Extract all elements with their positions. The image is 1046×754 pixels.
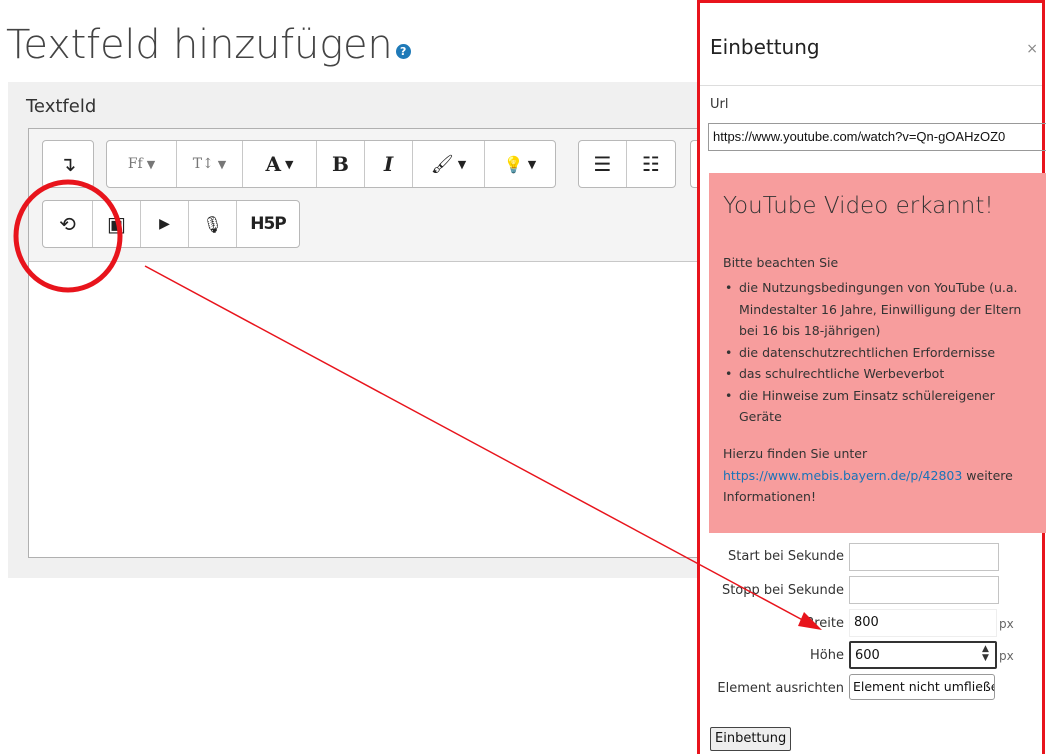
mebis-link[interactable]: https://www.mebis.bayern.de/p/42803 — [723, 468, 962, 483]
font-color-button[interactable]: A ▼ — [243, 141, 317, 187]
toolbar-group-media: ⟲ ▣ ▶ 🎙 H5P — [42, 200, 300, 248]
align-select[interactable]: Element nicht umfließen ⌄ — [849, 674, 995, 700]
youtube-alert-info: Hierzu finden Sie unter https://www.mebi… — [723, 443, 1043, 508]
chevron-down-icon: ▼ — [527, 157, 537, 171]
list-item: die datenschutzrechtlichen Erfordernisse — [723, 342, 1039, 364]
brush-button[interactable]: 🖌 ▼ — [413, 141, 485, 187]
video-icon: ▶ — [159, 216, 170, 232]
height-unit: px — [999, 649, 1014, 663]
textfield-label: Textfeld — [26, 96, 97, 117]
dialog-divider — [700, 85, 1042, 86]
toolbar-group-collapse: ↴ — [42, 140, 94, 188]
list-item: die Hinweise zum Einsatz schülereigener … — [723, 385, 1039, 428]
embed-submit-button[interactable]: Einbettung — [710, 727, 792, 751]
image-button[interactable]: ▣ — [93, 201, 141, 247]
lightbulb-icon: 💡 — [503, 154, 524, 174]
width-unit: px — [999, 617, 1014, 631]
list-item: die Nutzungsbedingungen von YouTube (u.a… — [723, 277, 1039, 342]
h5p-button[interactable]: H5P — [237, 201, 299, 247]
align-select-value: Element nicht umfließen — [853, 679, 995, 694]
italic-icon: I — [383, 152, 394, 176]
chevron-down-icon: ▼ — [457, 157, 467, 171]
collapse-glyph: ↴ — [59, 152, 77, 176]
url-label: Url — [710, 97, 729, 112]
ordered-list-icon: ☷ — [642, 152, 660, 176]
youtube-alert-list: die Nutzungsbedingungen von YouTube (u.a… — [723, 277, 1039, 428]
font-color-icon: A — [265, 152, 282, 176]
font-family-button[interactable]: Ff ▼ — [107, 141, 177, 187]
youtube-alert: YouTube Video erkannt! Bitte beachten Si… — [709, 173, 1046, 533]
embed-button[interactable]: ⟲ — [43, 201, 93, 247]
toolbar-group-lists: ☰ ☷ — [578, 140, 676, 188]
align-label: Element ausrichten — [717, 681, 844, 696]
microphone-button[interactable]: 🎙 — [189, 201, 237, 247]
ordered-list-button[interactable]: ☷ — [627, 141, 675, 187]
unordered-list-icon: ☰ — [593, 152, 612, 176]
font-size-button[interactable]: T↕ ▼ — [177, 141, 243, 187]
video-button[interactable]: ▶ — [141, 201, 189, 247]
youtube-alert-note: Bitte beachten Sie — [723, 255, 839, 270]
font-family-icon: Ff — [127, 156, 143, 172]
chevron-down-icon: ▼ — [146, 157, 156, 171]
brush-icon: 🖌 — [430, 153, 454, 175]
info-text-before: Hierzu finden Sie unter — [723, 446, 868, 461]
bold-icon: B — [332, 152, 349, 176]
height-label: Höhe — [810, 648, 844, 663]
embed-dialog: Einbettung × Url https://www.youtube.com… — [697, 0, 1046, 754]
font-size-icon: T↕ — [192, 156, 214, 172]
chevron-down-icon: ▼ — [285, 157, 294, 171]
height-input[interactable]: 600 — [849, 641, 997, 669]
spinner-icon[interactable]: ▲ ▼ — [982, 645, 989, 663]
image-icon: ▣ — [107, 212, 126, 236]
page-title-text: Textfeld hinzufügen — [6, 22, 393, 68]
chevron-down-icon: ▼ — [217, 157, 227, 171]
unordered-list-button[interactable]: ☰ — [579, 141, 627, 187]
toolbar-group-format: Ff ▼ T↕ ▼ A ▼ B I 🖌 ▼ 💡 ▼ — [106, 140, 556, 188]
width-input[interactable]: 800 — [849, 609, 997, 637]
microphone-icon: 🎙 — [202, 214, 223, 234]
italic-button[interactable]: I — [365, 141, 413, 187]
youtube-alert-title: YouTube Video erkannt! — [723, 193, 994, 219]
list-item: das schulrechtliche Werbeverbot — [723, 363, 1039, 385]
lightbulb-button[interactable]: 💡 ▼ — [485, 141, 555, 187]
width-label: Breite — [805, 616, 844, 631]
stop-input[interactable] — [849, 576, 999, 604]
dialog-title: Einbettung — [710, 35, 820, 59]
page-title: Textfeld hinzufügen? — [6, 22, 411, 68]
start-input[interactable] — [849, 543, 999, 571]
start-label: Start bei Sekunde — [728, 549, 844, 564]
collapse-icon[interactable]: ↴ — [43, 141, 93, 187]
question-circle-icon[interactable]: ? — [395, 44, 411, 59]
bold-button[interactable]: B — [317, 141, 365, 187]
stop-label: Stopp bei Sekunde — [721, 583, 844, 598]
close-icon[interactable]: × — [1026, 41, 1038, 57]
embed-icon: ⟲ — [59, 212, 76, 236]
url-input[interactable]: https://www.youtube.com/watch?v=Qn-gOAHz… — [708, 123, 1046, 151]
h5p-icon: H5P — [250, 214, 287, 234]
